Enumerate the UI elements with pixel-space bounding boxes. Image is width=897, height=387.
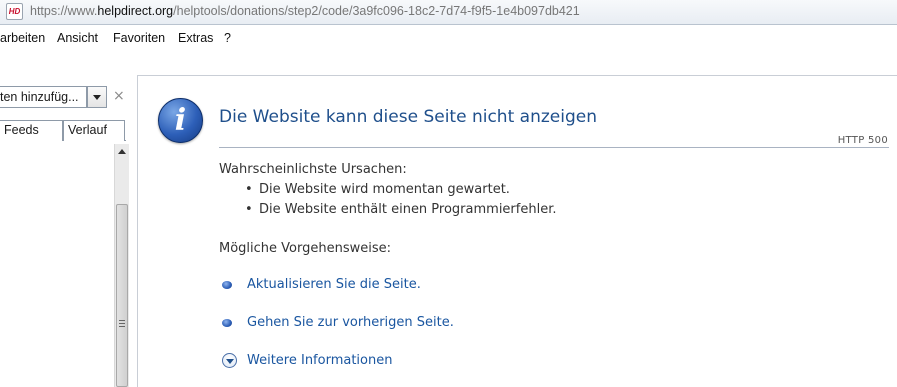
list-item: Die Website enthält einen Programmierfeh… — [245, 201, 556, 221]
url-text[interactable]: https://www.helpdirect.org/helptools/don… — [30, 4, 580, 18]
menu-bar: arbeiten Ansicht Favoriten Extras ? — [0, 25, 897, 52]
refresh-link[interactable]: Aktualisieren Sie die Seite. — [247, 276, 421, 294]
add-favorites-combo[interactable]: ten hinzufüg... — [0, 86, 87, 108]
scroll-up-icon[interactable] — [115, 144, 129, 160]
divider — [219, 147, 889, 148]
info-icon: i — [158, 98, 203, 143]
url-domain: helpdirect.org — [97, 4, 174, 18]
go-back-link[interactable]: Gehen Sie zur vorherigen Seite. — [247, 314, 454, 332]
status-code: HTTP 500 — [837, 135, 888, 146]
url-path: /helptools/donations/step2/code/3a9fc096… — [173, 4, 580, 18]
menu-item-help[interactable]: ? — [224, 31, 231, 45]
actions-heading: Mögliche Vorgehensweise: — [219, 241, 392, 256]
sidebar-tabs: Feeds Verlauf — [0, 120, 126, 141]
more-info-link[interactable]: Weitere Informationen — [247, 352, 392, 370]
chevron-down-icon[interactable] — [87, 86, 107, 108]
menu-item-ansicht[interactable]: Ansicht — [57, 31, 98, 45]
url-prefix: https://www. — [30, 4, 98, 18]
favorites-sidebar: ten hinzufüg... × Feeds Verlauf — [0, 52, 137, 387]
causes-heading: Wahrscheinlichste Ursachen: — [219, 162, 407, 177]
bullet-icon — [222, 281, 232, 289]
menu-item-favoriten[interactable]: Favoriten — [113, 31, 165, 45]
sidebar-scrollbar[interactable] — [114, 144, 129, 387]
tab-feeds[interactable]: Feeds — [0, 120, 63, 141]
grip-icon — [119, 320, 125, 327]
scrollbar-thumb[interactable] — [116, 204, 128, 387]
menu-item-extras[interactable]: Extras — [178, 31, 213, 45]
menu-item-bearbeiten[interactable]: arbeiten — [0, 31, 45, 45]
expand-down-icon[interactable] — [222, 353, 237, 368]
causes-list: Die Website wird momentan gewartet. Die … — [245, 181, 556, 221]
tab-verlauf[interactable]: Verlauf — [63, 120, 125, 141]
close-icon[interactable]: × — [113, 86, 125, 106]
page-title: Die Website kann diese Seite nicht anzei… — [219, 107, 597, 127]
site-favicon-icon: HD — [6, 3, 23, 20]
error-page: i Die Website kann diese Seite nicht anz… — [137, 75, 897, 387]
bullet-icon — [222, 319, 232, 327]
address-bar[interactable]: HD https://www.helpdirect.org/helptools/… — [0, 0, 897, 25]
list-item: Die Website wird momentan gewartet. — [245, 181, 556, 201]
